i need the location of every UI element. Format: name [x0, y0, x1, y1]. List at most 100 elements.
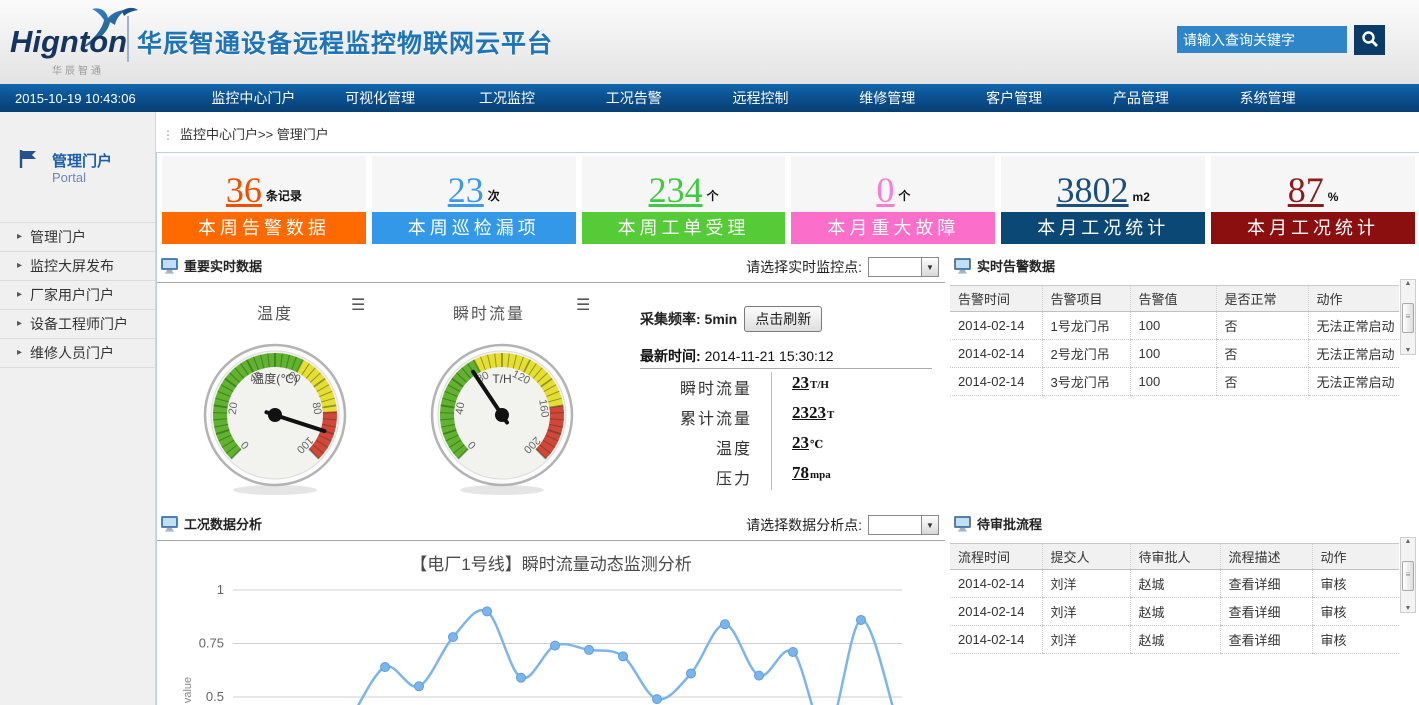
audit-link[interactable]: 审核 [1312, 570, 1399, 598]
nav-item-remote-control[interactable]: 远程控制 [697, 88, 824, 108]
sidebar-item-admin-portal[interactable]: ▸管理门户 [0, 223, 155, 252]
monitor-icon [954, 516, 971, 537]
svg-text:0.5: 0.5 [206, 689, 224, 704]
page-header: Hignton 华辰智通 华辰智通设备远程监控物联网云平台 [0, 0, 1419, 85]
stat-value[interactable]: 36 [226, 173, 262, 207]
stat-value[interactable]: 23 [448, 173, 484, 207]
gauge-menu-icon[interactable]: ☰ [351, 299, 365, 313]
cell-alert-value: 100 [1130, 340, 1216, 368]
stat-card[interactable]: 87% 本月工况统计 [1211, 156, 1415, 244]
sidebar-item-bigscreen[interactable]: ▸监控大屏发布 [0, 252, 155, 281]
stat-banner: 本周巡检漏项 [372, 212, 576, 244]
scrollbar-thumb[interactable]: ≡ [1402, 561, 1414, 591]
nav-item-customer[interactable]: 客户管理 [951, 88, 1078, 108]
reading-row: 瞬时流量 23T/H [640, 370, 940, 400]
stat-value[interactable]: 0 [876, 173, 894, 207]
analysis-point-select[interactable]: ▼ [868, 515, 939, 535]
reading-row: 累计流量 2323T [640, 400, 940, 430]
stat-value[interactable]: 87 [1288, 173, 1324, 207]
stat-value[interactable]: 234 [649, 173, 703, 207]
search-input[interactable] [1177, 26, 1347, 53]
stat-card[interactable]: 3802m2 本月工况统计 [1001, 156, 1205, 244]
reading-label: 温度 [640, 435, 752, 459]
stat-unit: 条记录 [266, 187, 302, 204]
nav-item-monitor-center[interactable]: 监控中心门户 [190, 88, 317, 108]
breadcrumb: ⋮监控中心门户>> 管理门户 [162, 124, 329, 143]
cell-alert-normal: 否 [1216, 312, 1308, 340]
svg-text:0.75: 0.75 [199, 636, 224, 651]
sidebar-item-vendor-portal[interactable]: ▸厂家用户门户 [0, 281, 155, 310]
scroll-up-icon[interactable]: ▲ [1401, 538, 1415, 545]
nav-item-condition-monitor[interactable]: 工况监控 [444, 88, 571, 108]
scrollbar-thumb[interactable]: ≡ [1402, 303, 1414, 333]
analysis-point-select-label: 请选择数据分析点: [746, 515, 862, 535]
stats-row: 36条记录 本周告警数据 23次 本周巡检漏项 234个 本周工单受理 0个 本… [162, 156, 1415, 244]
latest-time-label: 最新时间: [640, 348, 701, 364]
monitor-point-select[interactable]: ▼ [868, 257, 939, 277]
stat-card[interactable]: 234个 本周工单受理 [582, 156, 786, 244]
cell-flow-time: 2014-02-14 [950, 570, 1042, 598]
chevron-down-icon[interactable]: ▼ [921, 515, 939, 535]
scroll-down-icon[interactable]: ▼ [1401, 347, 1415, 354]
chevron-down-icon[interactable]: ▼ [921, 257, 939, 277]
portal-subtitle: Portal [52, 170, 86, 185]
reading-unit: T/H [810, 379, 829, 391]
view-detail-link[interactable]: 查看详细 [1220, 570, 1312, 598]
svg-text:温度(℃): 温度(℃) [252, 371, 297, 386]
stat-value[interactable]: 3802 [1057, 173, 1129, 207]
latest-time-row: 最新时间: 2014-11-21 15:30:12 [640, 346, 834, 366]
readings-divider [640, 368, 932, 369]
cell-flow-time: 2014-02-14 [950, 598, 1042, 626]
column-header: 流程时间 [950, 544, 1042, 570]
monitor-icon [161, 258, 178, 279]
sidebar-item-repair-portal[interactable]: ▸维修人员门户 [0, 339, 155, 368]
site-title: 华辰智通设备远程监控物联网云平台 [137, 24, 553, 60]
monitor-icon [954, 258, 971, 279]
search-area [1177, 26, 1385, 55]
cell-approver: 赵城 [1130, 626, 1220, 654]
stat-card[interactable]: 23次 本周巡检漏项 [372, 156, 576, 244]
header-divider [127, 16, 129, 62]
gauge-temp-title: 温度 [220, 300, 330, 324]
column-header: 流程描述 [1220, 544, 1312, 570]
sidebar-menu: ▸管理门户 ▸监控大屏发布 ▸厂家用户门户 ▸设备工程师门户 ▸维修人员门户 [0, 222, 155, 368]
svg-text:40: 40 [454, 401, 468, 415]
table-scrollbar[interactable]: ▲ ≡ ▼ [1400, 279, 1416, 355]
analysis-panel-title: 工况数据分析 [184, 510, 262, 540]
search-button[interactable] [1354, 25, 1385, 55]
breadcrumb-text: 监控中心门户>> 管理门户 [180, 127, 329, 142]
monitor-point-select-label: 请选择实时监控点: [746, 257, 862, 277]
audit-link[interactable]: 审核 [1312, 626, 1399, 654]
reading-label: 累计流量 [640, 405, 752, 429]
stat-card[interactable]: 36条记录 本周告警数据 [162, 156, 366, 244]
sidebar-item-engineer-portal[interactable]: ▸设备工程师门户 [0, 310, 155, 339]
scroll-down-icon[interactable]: ▼ [1401, 605, 1415, 612]
scroll-up-icon[interactable]: ▲ [1401, 280, 1415, 287]
table-scrollbar[interactable]: ▲ ≡ ▼ [1400, 537, 1416, 613]
column-header: 提交人 [1042, 544, 1130, 570]
cell-alert-item: 1号龙门吊 [1042, 312, 1130, 340]
sample-rate-label: 采集频率: 5min [640, 309, 737, 329]
nav-item-visualization[interactable]: 可视化管理 [317, 88, 444, 108]
view-detail-link[interactable]: 查看详细 [1220, 598, 1312, 626]
flag-icon [17, 148, 39, 175]
gauge-menu-icon[interactable]: ☰ [576, 299, 590, 313]
cell-alert-value: 100 [1130, 312, 1216, 340]
audit-link[interactable]: 审核 [1312, 598, 1399, 626]
select-value [868, 515, 921, 535]
stat-banner: 本月工况统计 [1001, 212, 1205, 244]
refresh-button[interactable]: 点击刷新 [744, 306, 822, 332]
cell-submitter: 刘洋 [1042, 626, 1130, 654]
approvals-table: 流程时间 提交人 待审批人 流程描述 动作 2014-02-14 刘洋 赵城 查… [950, 543, 1399, 654]
view-detail-link[interactable]: 查看详细 [1220, 626, 1312, 654]
nav-item-system[interactable]: 系统管理 [1204, 88, 1331, 108]
nav-item-condition-alarm[interactable]: 工况告警 [570, 88, 697, 108]
gauge-temp-svg: 020406080100温度(℃) [190, 330, 360, 500]
reading-row: 压力 78mpa [640, 460, 940, 490]
stat-card[interactable]: 0个 本月重大故障 [791, 156, 995, 244]
gauge-flow-svg: 04080120160200T/H [417, 330, 587, 500]
nav-item-maintenance[interactable]: 维修管理 [824, 88, 951, 108]
nav-item-product[interactable]: 产品管理 [1077, 88, 1204, 108]
nav-items: 监控中心门户 可视化管理 工况监控 工况告警 远程控制 维修管理 客户管理 产品… [190, 88, 1419, 108]
triangle-bullet-icon: ▸ [17, 223, 22, 251]
